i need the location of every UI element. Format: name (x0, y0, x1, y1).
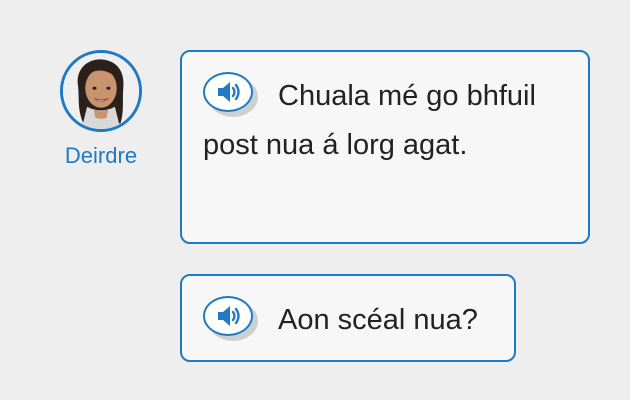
message-bubble: Chuala mé go bhfuil post nua á lorg agat… (180, 50, 590, 244)
message-text: Aon scéal nua? (278, 304, 478, 336)
avatar (60, 50, 142, 132)
speaker-volume-icon (218, 82, 240, 102)
speaker-name: Deirdre (64, 143, 138, 168)
avatar-photo (63, 53, 139, 129)
play-audio-button[interactable] (203, 296, 259, 344)
message-bubble: Aon scéal nua? (180, 274, 516, 362)
speaker-panel: Deirdre (56, 50, 146, 170)
speaker-volume-icon (218, 306, 240, 326)
play-audio-button[interactable] (203, 72, 259, 120)
